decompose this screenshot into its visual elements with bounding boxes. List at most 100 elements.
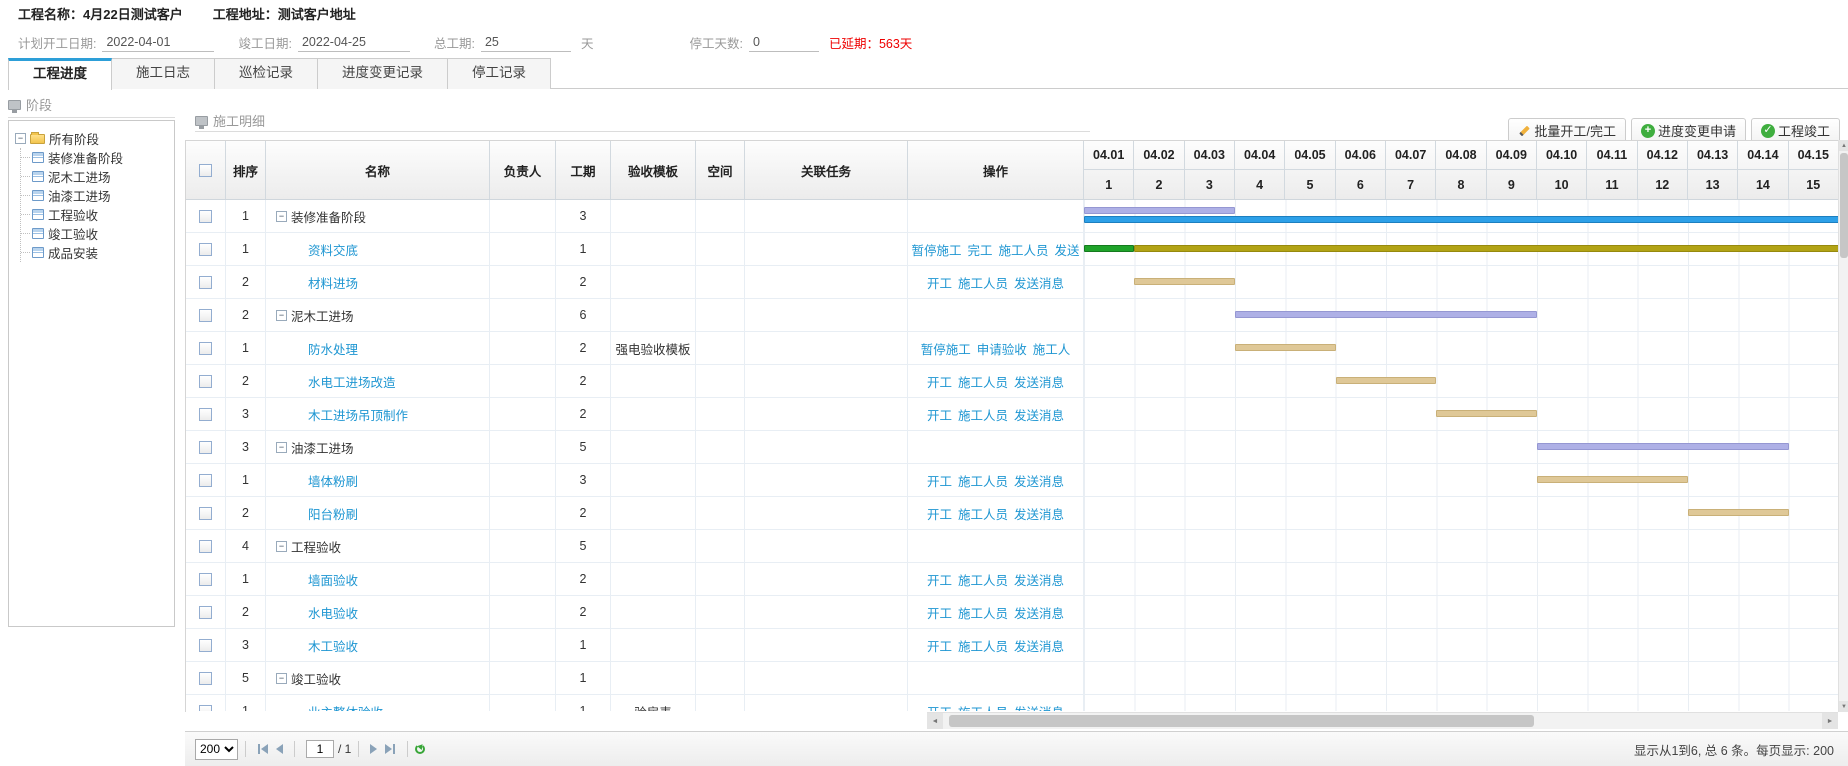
vertical-scrollbar[interactable]: ▲ ▼ (1838, 140, 1848, 712)
row-checkbox[interactable] (199, 540, 212, 553)
op-link[interactable]: 发送消息 (1014, 471, 1064, 490)
task-link[interactable]: 水电工进场改造 (308, 372, 396, 391)
horizontal-scrollbar[interactable]: ◄ ► (927, 712, 1838, 729)
scroll-right-icon[interactable]: ► (1822, 713, 1838, 729)
op-link[interactable]: 发送消息 (1014, 372, 1064, 391)
row-checkbox[interactable] (199, 210, 212, 223)
tab-4[interactable]: 停工记录 (447, 58, 551, 89)
stop-days-value[interactable]: 0 (749, 32, 819, 52)
op-link[interactable]: 施工人员 (958, 372, 1008, 391)
op-link[interactable]: 开工 (927, 702, 952, 712)
op-link[interactable]: 开工 (927, 570, 952, 589)
task-link[interactable]: 墙体粉刷 (308, 471, 358, 490)
gantt-bar-done[interactable] (1084, 245, 1134, 252)
op-link[interactable]: 施工人员 (958, 471, 1008, 490)
scroll-down-icon[interactable]: ▼ (1839, 701, 1848, 712)
gantt-bar-plan[interactable] (1235, 344, 1336, 351)
row-checkbox[interactable] (199, 408, 212, 421)
op-link[interactable]: 开工 (927, 405, 952, 424)
refresh-icon[interactable] (415, 744, 425, 754)
tab-1[interactable]: 施工日志 (111, 58, 215, 89)
prev-page-button[interactable] (276, 744, 283, 754)
row-checkbox[interactable] (199, 672, 212, 685)
task-link[interactable]: 资料交底 (308, 240, 358, 259)
op-link[interactable]: 施工人员 (958, 405, 1008, 424)
row-checkbox[interactable] (199, 474, 212, 487)
op-link[interactable]: 发送消息 (1014, 504, 1064, 523)
op-link[interactable]: 发送消息 (1014, 603, 1064, 622)
task-link[interactable]: 墙面验收 (308, 570, 358, 589)
horizontal-scroll-thumb[interactable] (949, 715, 1534, 727)
task-link[interactable]: 水电验收 (308, 603, 358, 622)
plan-start-date-value[interactable]: 2022-04-01 (102, 32, 214, 52)
tab-3[interactable]: 进度变更记录 (317, 58, 448, 89)
op-link[interactable]: 暂停施工 (921, 339, 971, 358)
op-link[interactable]: 发送消息 (1014, 702, 1064, 712)
tree-item-5[interactable]: 成品安装 (21, 243, 168, 262)
page-number-input[interactable] (306, 740, 334, 758)
vertical-scroll-thumb[interactable] (1840, 153, 1848, 258)
collapse-icon[interactable]: − (276, 310, 287, 321)
op-link[interactable]: 开工 (927, 636, 952, 655)
collapse-icon[interactable]: − (15, 133, 26, 144)
op-link[interactable]: 暂停施工 (911, 240, 961, 259)
scroll-up-icon[interactable]: ▲ (1839, 140, 1848, 151)
tree-root[interactable]: −所有阶段 (15, 129, 168, 148)
collapse-icon[interactable]: − (276, 541, 287, 552)
op-link[interactable]: 施工人员 (958, 570, 1008, 589)
op-link[interactable]: 施工人员 (958, 603, 1008, 622)
op-link[interactable]: 发送消息 (1014, 636, 1064, 655)
op-link[interactable]: 开工 (927, 372, 952, 391)
task-link[interactable]: 木工验收 (308, 636, 358, 655)
total-duration-value[interactable]: 25 (481, 32, 571, 52)
row-checkbox[interactable] (199, 573, 212, 586)
op-link[interactable]: 发送消息 (1014, 273, 1064, 292)
tab-0[interactable]: 工程进度 (8, 58, 112, 90)
gantt-bar-plan[interactable] (1537, 476, 1688, 483)
op-link[interactable]: 施工人员 (958, 273, 1008, 292)
row-checkbox[interactable] (199, 507, 212, 520)
gantt-bar-plan[interactable] (1336, 377, 1437, 384)
op-link[interactable]: 发送 (1055, 240, 1080, 259)
row-checkbox[interactable] (199, 243, 212, 256)
op-link[interactable]: 施工人员 (958, 636, 1008, 655)
scroll-left-icon[interactable]: ◄ (927, 713, 943, 729)
op-link[interactable]: 申请验收 (977, 339, 1027, 358)
op-link[interactable]: 发送消息 (1014, 570, 1064, 589)
row-checkbox[interactable] (199, 375, 212, 388)
tree-item-3[interactable]: 工程验收 (21, 205, 168, 224)
task-link[interactable]: 材料进场 (308, 273, 358, 292)
row-checkbox[interactable] (199, 639, 212, 652)
op-link[interactable]: 开工 (927, 504, 952, 523)
collapse-icon[interactable]: − (276, 211, 287, 222)
gantt-bar-group[interactable] (1537, 443, 1789, 450)
row-checkbox[interactable] (199, 705, 212, 712)
row-checkbox[interactable] (199, 276, 212, 289)
gantt-bar-group[interactable] (1084, 207, 1235, 214)
op-link[interactable]: 完工 (967, 240, 992, 259)
gantt-bar-plan[interactable] (1134, 278, 1235, 285)
task-link[interactable]: 防水处理 (308, 339, 358, 358)
row-checkbox[interactable] (199, 441, 212, 454)
op-link[interactable]: 开工 (927, 603, 952, 622)
task-link[interactable]: 业主整体验收 (308, 702, 383, 712)
op-link[interactable]: 施工人员 (958, 504, 1008, 523)
gantt-bar-actual[interactable] (1084, 216, 1838, 223)
row-checkbox[interactable] (199, 342, 212, 355)
op-link[interactable]: 施工人员 (999, 240, 1049, 259)
finish-date-value[interactable]: 2022-04-25 (298, 32, 410, 52)
op-link[interactable]: 开工 (927, 471, 952, 490)
next-page-button[interactable] (370, 744, 377, 754)
tree-item-2[interactable]: 油漆工进场 (21, 186, 168, 205)
tree-item-0[interactable]: 装修准备阶段 (21, 148, 168, 167)
gantt-bar-plan[interactable] (1688, 509, 1789, 516)
task-link[interactable]: 阳台粉刷 (308, 504, 358, 523)
op-link[interactable]: 发送消息 (1014, 405, 1064, 424)
gantt-bar-overdue[interactable] (1134, 245, 1838, 252)
row-checkbox[interactable] (199, 606, 212, 619)
gantt-bar-plan[interactable] (1436, 410, 1537, 417)
op-link[interactable]: 开工 (927, 273, 952, 292)
collapse-icon[interactable]: − (276, 442, 287, 453)
op-link[interactable]: 施工人员 (958, 702, 1008, 712)
tree-item-1[interactable]: 泥木工进场 (21, 167, 168, 186)
